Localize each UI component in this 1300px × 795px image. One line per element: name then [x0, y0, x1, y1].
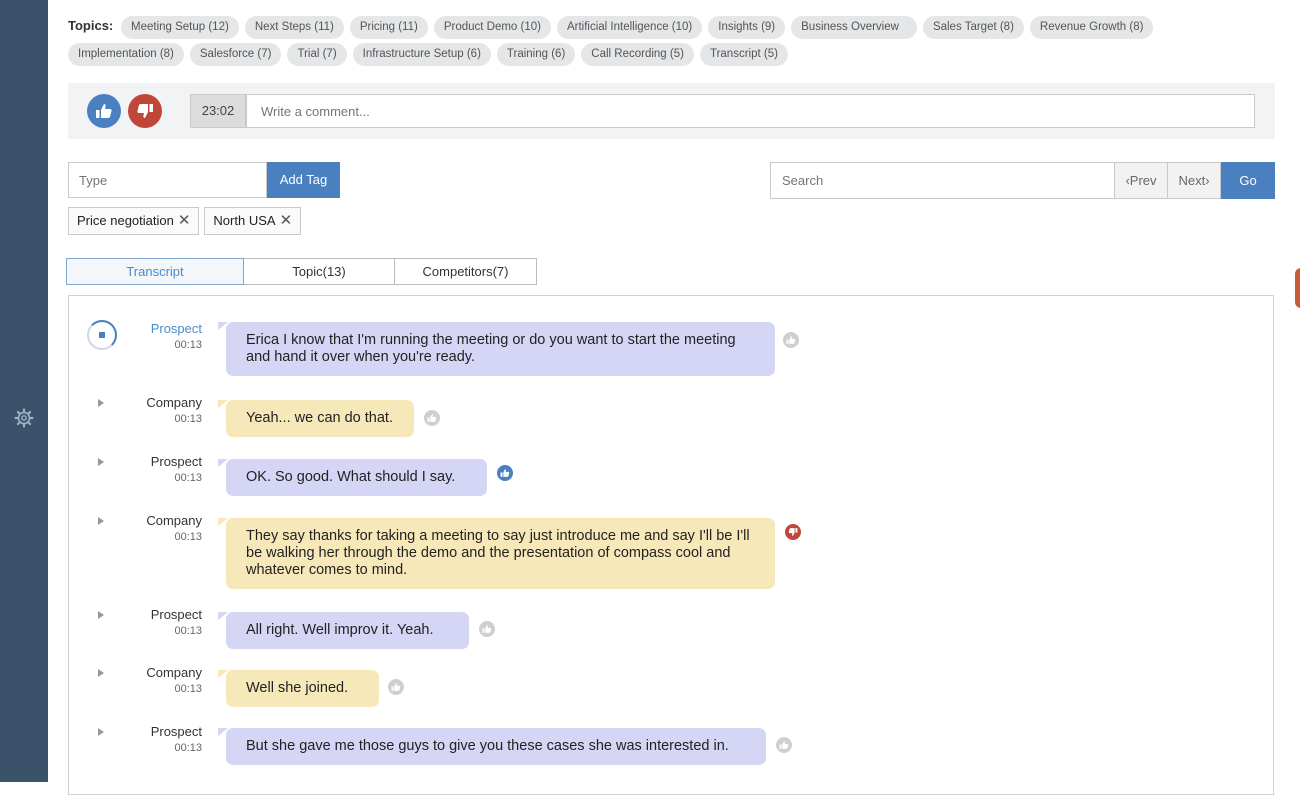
topic-row-2: Implementation (8) Salesforce (7) Trial …	[68, 43, 788, 66]
message-bubble[interactable]: OK. So good. What should I say.	[218, 459, 487, 496]
speaker-info: Company 00:13	[69, 513, 202, 543]
speaker-timestamp: 00:13	[174, 472, 202, 484]
thumbs-up-icon[interactable]	[776, 737, 792, 753]
go-button[interactable]: Go	[1221, 162, 1275, 199]
tab-transcript[interactable]: Transcript	[66, 258, 244, 285]
message-bubble[interactable]: Erica I know that I'm running the meetin…	[218, 322, 775, 376]
comment-input[interactable]	[246, 94, 1255, 128]
transcript-panel: Prospect 00:13 Erica I know that I'm runni…	[68, 295, 1274, 795]
search-input[interactable]	[770, 162, 1115, 199]
next-label: Next	[1178, 173, 1206, 188]
message-bubble[interactable]: All right. Well improv it. Yeah.	[218, 612, 469, 649]
thumbs-up-icon	[96, 104, 112, 118]
topic-pill[interactable]: Call Recording (5)	[581, 43, 694, 66]
topic-pill[interactable]: Sales Target (8)	[922, 16, 1024, 39]
topic-pill[interactable]: Meeting Setup (12)	[121, 16, 239, 39]
topic-pill[interactable]: Training (6)	[496, 43, 576, 66]
speaker-info: Prospect 00:13	[69, 724, 202, 754]
thumbs-down-icon[interactable]	[785, 524, 801, 540]
thumbs-down-button[interactable]	[128, 94, 162, 128]
topics-label: Topics:	[68, 18, 114, 33]
tab-topic[interactable]: Topic(13)	[244, 258, 395, 285]
prev-label: Prev	[1129, 173, 1157, 188]
comment-timestamp: 23:02	[190, 94, 246, 128]
topic-pill[interactable]: Next Steps (11)	[244, 16, 344, 39]
thumbs-up-icon[interactable]	[783, 332, 799, 348]
topic-pill[interactable]: Revenue Growth (8)	[1029, 16, 1154, 39]
message-bubble[interactable]: Yeah... we can do that.	[218, 400, 414, 437]
speaker-info: Company 00:13	[69, 395, 202, 425]
speaker-info: Prospect 00:13	[69, 321, 202, 351]
speaker-timestamp: 00:13	[174, 339, 202, 351]
remove-tag-icon[interactable]: ✕	[280, 208, 293, 234]
topic-row-1: Meeting Setup (12) Next Steps (11) Prici…	[121, 16, 1154, 39]
gear-icon[interactable]	[14, 408, 34, 428]
message-bubble[interactable]: Well she joined.	[218, 670, 379, 707]
sidebar	[0, 0, 48, 782]
add-tag-button[interactable]: Add Tag	[267, 162, 340, 198]
tag-type-input[interactable]	[68, 162, 267, 198]
speaker-name: Prospect	[150, 454, 202, 469]
comment-bar: 23:02	[68, 83, 1275, 139]
speaker-name: Prospect	[150, 321, 202, 336]
topic-pill[interactable]: Infrastructure Setup (6)	[352, 43, 491, 66]
tag-label: Price negotiation	[77, 213, 174, 228]
tag-chip: North USA ✕	[204, 207, 302, 235]
thumbs-up-icon[interactable]	[424, 410, 440, 426]
thumbs-up-icon[interactable]	[388, 679, 404, 695]
chevron-right-icon: ›	[1205, 173, 1210, 188]
speaker-timestamp: 00:13	[174, 413, 202, 425]
speaker-name: Company	[146, 395, 202, 410]
prev-button[interactable]: ‹Prev	[1114, 162, 1168, 199]
topic-pill[interactable]: Insights (9)	[708, 16, 786, 39]
speaker-info: Company 00:13	[69, 665, 202, 695]
thumbs-down-icon	[137, 104, 153, 118]
remove-tag-icon[interactable]: ✕	[178, 208, 191, 234]
tag-label: North USA	[213, 213, 276, 228]
tab-competitors[interactable]: Competitors(7)	[395, 258, 537, 285]
speaker-timestamp: 00:13	[174, 683, 202, 695]
speaker-timestamp: 00:13	[174, 531, 202, 543]
speaker-name: Prospect	[150, 607, 202, 622]
speaker-timestamp: 00:13	[174, 742, 202, 754]
speaker-info: Prospect 00:13	[69, 607, 202, 637]
message-bubble[interactable]: But she gave me those guys to give you t…	[218, 728, 766, 765]
tag-chip: Price negotiation ✕	[68, 207, 200, 235]
speaker-name: Company	[146, 665, 202, 680]
next-button[interactable]: Next›	[1167, 162, 1221, 199]
thumbs-up-button[interactable]	[87, 94, 121, 128]
topic-pill[interactable]: Trial (7)	[287, 43, 347, 66]
thumbs-up-icon[interactable]	[497, 465, 513, 481]
topic-pill[interactable]: Implementation (8)	[68, 43, 184, 66]
side-panel-handle[interactable]	[1295, 268, 1300, 308]
topic-pill[interactable]: Product Demo (10)	[433, 16, 551, 39]
speaker-name: Company	[146, 513, 202, 528]
speaker-name: Prospect	[150, 724, 202, 739]
speaker-info: Prospect 00:13	[69, 454, 202, 484]
topic-pill[interactable]: Pricing (11)	[349, 16, 428, 39]
speaker-timestamp: 00:13	[174, 625, 202, 637]
topic-pill[interactable]: Transcript (5)	[699, 43, 788, 66]
topic-pill[interactable]: Salesforce (7)	[189, 43, 282, 66]
thumbs-up-icon[interactable]	[479, 621, 495, 637]
topic-pill[interactable]: Artificial Intelligence (10)	[556, 16, 703, 39]
transcript-tabs: Transcript Topic(13) Competitors(7)	[66, 258, 537, 285]
message-bubble[interactable]: They say thanks for taking a meeting to …	[218, 518, 775, 589]
tag-list: Price negotiation ✕ North USA ✕	[68, 207, 302, 235]
topic-pill[interactable]: Business Overview	[791, 16, 917, 39]
